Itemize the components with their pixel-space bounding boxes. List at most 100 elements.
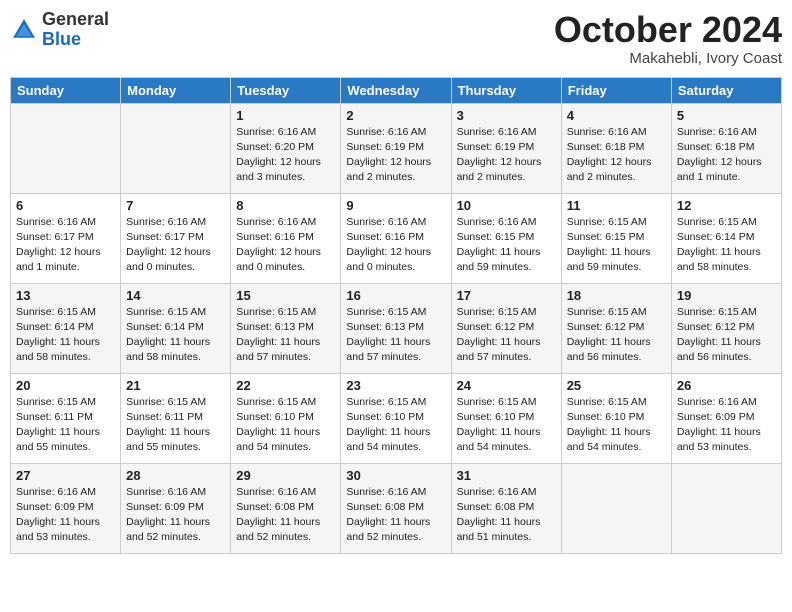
day-info: Sunrise: 6:16 AMSunset: 6:16 PMDaylight:… [236, 215, 335, 276]
day-info-line: Sunset: 6:14 PM [126, 321, 204, 333]
day-info-line: Sunset: 6:12 PM [677, 321, 755, 333]
calendar-cell: 2Sunrise: 6:16 AMSunset: 6:19 PMDaylight… [341, 103, 451, 193]
calendar-cell: 10Sunrise: 6:16 AMSunset: 6:15 PMDayligh… [451, 193, 561, 283]
day-info-line: Daylight: 11 hours [567, 336, 651, 348]
day-info-line: Daylight: 11 hours [457, 336, 541, 348]
day-info-line: Sunset: 6:17 PM [16, 231, 94, 243]
day-info-line: Sunrise: 6:16 AM [16, 486, 96, 498]
day-info-line: and 52 minutes. [126, 531, 201, 543]
day-info: Sunrise: 6:15 AMSunset: 6:12 PMDaylight:… [567, 305, 666, 366]
day-info-line: Daylight: 12 hours [236, 246, 321, 258]
day-info-line: Sunset: 6:13 PM [236, 321, 314, 333]
calendar-cell: 18Sunrise: 6:15 AMSunset: 6:12 PMDayligh… [561, 283, 671, 373]
day-number: 13 [16, 288, 115, 303]
day-info-line: Sunrise: 6:15 AM [16, 306, 96, 318]
day-info-line: Sunset: 6:20 PM [236, 141, 314, 153]
day-info-line: and 59 minutes. [567, 261, 642, 273]
calendar-week-2: 6Sunrise: 6:16 AMSunset: 6:17 PMDaylight… [11, 193, 782, 283]
day-number: 3 [457, 108, 556, 123]
day-info: Sunrise: 6:16 AMSunset: 6:17 PMDaylight:… [126, 215, 225, 276]
calendar-cell: 11 Sunrise: 6:15 AMSunset: 6:15 PMDayligh… [561, 193, 671, 283]
day-info-line: Daylight: 11 hours [677, 426, 761, 438]
day-info-line: and 0 minutes. [346, 261, 415, 273]
calendar-week-4: 20 Sunrise: 6:15 AM Sunset: 6:11 PM Dayligh… [11, 373, 782, 463]
calendar-week-5: 27 Sunrise: 6:16 AM Sunset: 6:09 PM Dayligh… [11, 463, 782, 553]
day-info: Sunrise: 6:15 AMSunset: 6:10 PMDaylight:… [236, 395, 335, 456]
day-info-line: Daylight: 11 hours [567, 246, 651, 258]
day-number: 22 [236, 378, 335, 393]
day-number: 11 [567, 198, 666, 213]
day-number: 29 [236, 468, 335, 483]
day-info: Sunrise: 6:15 AMSunset: 6:14 PMDaylight:… [16, 305, 115, 366]
calendar-cell: 20Sunrise: 6:15 AMSunset: 6:11 PMDayligh… [11, 373, 121, 463]
day-info-line: Sunset: 6:18 PM [567, 141, 645, 153]
day-info-line: Sunrise: 6:16 AM [457, 216, 537, 228]
calendar-cell: 3 Sunrise: 6:16 AMSunset: 6:19 PMDaylight… [451, 103, 561, 193]
day-number: 16 [346, 288, 445, 303]
day-info-line: Sunset: 6:10 PM [236, 411, 314, 423]
day-info-line: Sunrise: 6:15 AM [457, 306, 537, 318]
day-info-line: Daylight: 11 hours [346, 336, 430, 348]
day-number: 20 [16, 378, 115, 393]
day-info: Sunrise: 6:16 AMSunset: 6:20 PMDaylight:… [236, 125, 335, 186]
day-info-line: Daylight: 12 hours [346, 246, 431, 258]
day-info-line: Sunrise: 6:15 AM [236, 306, 316, 318]
day-info-line: and 58 minutes. [677, 261, 752, 273]
day-info-line: Daylight: 11 hours [126, 336, 210, 348]
calendar-cell [671, 463, 781, 553]
day-number: 1 [236, 108, 335, 123]
day-info: Sunrise: 6:16 AMSunset: 6:09 PMDaylight:… [16, 485, 115, 546]
logo-general-text: General [42, 9, 109, 29]
day-info-line: Sunrise: 6:15 AM [346, 396, 426, 408]
calendar-cell: 31Sunrise: 6:16 AMSunset: 6:08 PMDayligh… [451, 463, 561, 553]
day-info: Sunrise: 6:16 AMSunset: 6:19 PMDaylight:… [457, 125, 556, 186]
day-info-line: and 59 minutes. [457, 261, 532, 273]
day-info-line: Sunset: 6:08 PM [346, 501, 424, 513]
day-info: Sunrise: 6:15 AMSunset: 6:14 PMDaylight:… [677, 215, 776, 276]
day-info-line: and 56 minutes. [677, 351, 752, 363]
day-info: Sunrise: 6:16 AMSunset: 6:15 PMDaylight:… [457, 215, 556, 276]
day-info-line: Sunrise: 6:15 AM [346, 306, 426, 318]
day-info: Sunrise: 6:16 AMSunset: 6:09 PMDaylight:… [677, 395, 776, 456]
day-info-line: Daylight: 11 hours [346, 516, 430, 528]
day-info: Sunrise: 6:16 AMSunset: 6:18 PMDaylight:… [677, 125, 776, 186]
header-thursday: Thursday [451, 77, 561, 103]
day-info-line: Sunset: 6:14 PM [16, 321, 94, 333]
day-number: 30 [346, 468, 445, 483]
day-info-line: and 57 minutes. [346, 351, 421, 363]
day-info: Sunrise: 6:15 AMSunset: 6:15 PMDaylight:… [567, 215, 666, 276]
day-info-line: Daylight: 11 hours [236, 516, 320, 528]
day-info-line: Sunset: 6:10 PM [346, 411, 424, 423]
calendar-cell: 16Sunrise: 6:15 AMSunset: 6:13 PMDayligh… [341, 283, 451, 373]
day-info-line: Sunset: 6:17 PM [126, 231, 204, 243]
logo-text: General Blue [42, 10, 109, 50]
day-info-line: and 2 minutes. [567, 171, 636, 183]
day-info-line: Daylight: 11 hours [346, 426, 430, 438]
day-number: 19 [677, 288, 776, 303]
calendar-cell: 12Sunrise: 6:15 AMSunset: 6:14 PMDayligh… [671, 193, 781, 283]
day-info-line: Sunset: 6:11 PM [126, 411, 203, 423]
month-title: October 2024 [554, 10, 782, 50]
calendar-cell: 19Sunrise: 6:15 AMSunset: 6:12 PMDayligh… [671, 283, 781, 373]
day-info-line: Sunset: 6:09 PM [16, 501, 94, 513]
day-info: Sunrise: 6:16 AMSunset: 6:08 PMDaylight:… [457, 485, 556, 546]
day-info-line: Sunset: 6:16 PM [346, 231, 424, 243]
calendar-cell: 14Sunrise: 6:15 AMSunset: 6:14 PMDayligh… [121, 283, 231, 373]
day-info-line: and 2 minutes. [346, 171, 415, 183]
day-info: Sunrise: 6:16 AMSunset: 6:08 PMDaylight:… [236, 485, 335, 546]
day-info-line: Sunrise: 6:16 AM [677, 126, 757, 138]
day-number: 17 [457, 288, 556, 303]
day-info-line: and 52 minutes. [236, 531, 311, 543]
calendar-cell: 9Sunrise: 6:16 AMSunset: 6:16 PMDaylight… [341, 193, 451, 283]
day-number: 27 [16, 468, 115, 483]
day-info-line: Sunrise: 6:15 AM [567, 306, 647, 318]
day-info-line: Daylight: 11 hours [567, 426, 651, 438]
day-info-line: Sunrise: 6:15 AM [677, 216, 757, 228]
calendar-cell: 15Sunrise: 6:15 AMSunset: 6:13 PMDayligh… [231, 283, 341, 373]
day-info-line: and 54 minutes. [567, 441, 642, 453]
day-info-line: and 58 minutes. [16, 351, 91, 363]
day-info-line: Sunset: 6:15 PM [567, 231, 645, 243]
day-info-line: Sunset: 6:10 PM [567, 411, 645, 423]
day-info: Sunrise: 6:16 AMSunset: 6:18 PMDaylight:… [567, 125, 666, 186]
day-info-line: Sunset: 6:16 PM [236, 231, 314, 243]
